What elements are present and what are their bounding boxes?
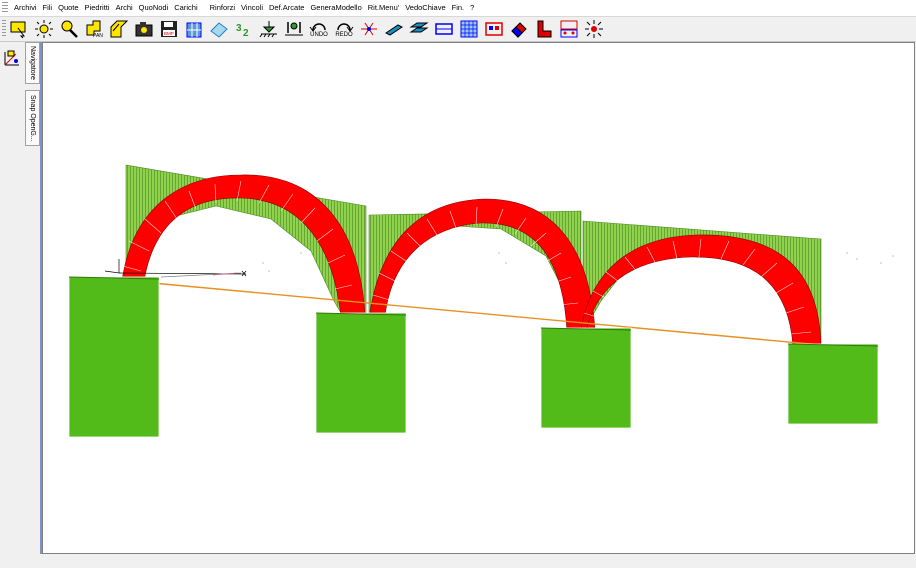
support-icon — [259, 21, 277, 38]
menu-grip — [2, 2, 8, 14]
tab-snap-opengl[interactable]: Snap OpenG... — [25, 90, 40, 146]
menu-quonodi[interactable]: QuoNodi — [136, 0, 172, 16]
redo-button[interactable]: REDO — [333, 18, 355, 40]
redo-icon — [337, 23, 354, 32]
green-numbers-icon: 32 — [236, 23, 249, 39]
plane-icon — [210, 22, 228, 38]
arcs-icon — [560, 20, 578, 38]
menu-bar: Archivi Fili Quote Piedritti Archi QuoNo… — [0, 0, 916, 17]
svg-text:PAN: PAN — [93, 33, 103, 39]
pier-1 — [68, 276, 160, 438]
supports-button[interactable] — [258, 18, 280, 40]
tab-navigatore-label: Navigatore — [29, 46, 36, 80]
hinge-icon — [285, 22, 303, 36]
menu-help[interactable]: ? — [467, 0, 477, 16]
select-window-icon — [10, 21, 26, 39]
menu-archivi[interactable]: Archivi — [11, 0, 40, 16]
undo-label: UNDO — [310, 32, 328, 38]
nodes-button[interactable] — [358, 18, 380, 40]
tab-snap-label: Snap OpenG... — [29, 94, 36, 142]
pier-2 — [315, 312, 407, 434]
menu-fin[interactable]: Fin. — [449, 0, 468, 16]
svg-text:BMP: BMP — [164, 31, 174, 36]
reference-axis-line — [130, 280, 822, 346]
menu-fili[interactable]: Fili — [40, 0, 56, 16]
pan-hand-icon: PAN — [86, 20, 103, 39]
undo-button[interactable]: UNDO — [308, 18, 330, 40]
menu-archi[interactable]: Archi — [113, 0, 136, 16]
svg-text:2: 2 — [243, 28, 249, 39]
eraser-button[interactable] — [508, 18, 530, 40]
boot-button[interactable] — [533, 18, 555, 40]
camera-icon — [135, 22, 153, 37]
layers-button[interactable] — [408, 18, 430, 40]
screenshot-button[interactable] — [133, 18, 155, 40]
structure-view-button[interactable] — [183, 18, 205, 40]
explode-button[interactable] — [583, 18, 605, 40]
layers-icon — [409, 22, 429, 33]
grid-button[interactable] — [458, 18, 480, 40]
menu-piedritti[interactable]: Piedritti — [82, 0, 113, 16]
grid-icon — [460, 20, 478, 38]
left-tool-column — [0, 42, 24, 568]
menu-rinforzi[interactable]: Rinforzi — [207, 0, 238, 16]
menu-vincoli[interactable]: Vincoli — [238, 0, 266, 16]
rotate-icon — [110, 20, 129, 38]
frame-icon — [186, 22, 202, 38]
zoom-button[interactable] — [58, 18, 80, 40]
pan-button[interactable]: PAN — [83, 18, 105, 40]
red-frame-icon — [485, 22, 503, 36]
explode-icon — [585, 20, 603, 38]
select-window-button[interactable] — [8, 18, 30, 40]
status-bar — [0, 554, 916, 568]
nodes-icon — [361, 22, 377, 36]
light-button[interactable] — [33, 18, 55, 40]
reinforce-button[interactable] — [483, 18, 505, 40]
sun-icon — [35, 20, 53, 38]
plane-view-button[interactable] — [208, 18, 230, 40]
pier-4 — [787, 343, 879, 425]
menu-carichi[interactable]: Carichi — [171, 0, 200, 16]
pier-3 — [540, 327, 632, 429]
redo-label: REDO — [335, 32, 353, 38]
toolbar: PAN BMP 32 UNDO REDO — [0, 17, 916, 42]
menu-def-arcate[interactable]: Def.Arcate — [266, 0, 307, 16]
tab-navigatore[interactable]: Navigatore — [25, 42, 40, 84]
toolbar-grip — [2, 20, 6, 38]
loads-button[interactable]: 32 — [233, 18, 255, 40]
floppy-bmp-icon: BMP — [161, 21, 177, 37]
section-button[interactable] — [383, 18, 405, 40]
side-tabs: Navigatore Snap OpenG... — [24, 42, 40, 568]
menu-quote[interactable]: Quote — [55, 0, 81, 16]
constraints-button[interactable] — [283, 18, 305, 40]
eraser-icon — [511, 22, 527, 38]
svg-text:3: 3 — [236, 23, 242, 34]
model-viewport[interactable] — [42, 42, 915, 554]
menu-vedo-chiave[interactable]: VedoChiave — [402, 0, 448, 16]
span-button[interactable] — [433, 18, 455, 40]
arcs-button[interactable] — [558, 18, 580, 40]
save-bmp-button[interactable]: BMP — [158, 18, 180, 40]
menu-rit-menu[interactable]: Rit.Menu' — [365, 0, 402, 16]
menu-genera-modello[interactable]: GeneraModello — [307, 0, 364, 16]
span-icon — [435, 23, 453, 35]
bridge-model — [68, 164, 894, 438]
blade-icon — [385, 24, 403, 36]
magnifier-icon — [61, 20, 78, 38]
rotate-button[interactable] — [108, 18, 130, 40]
boot-icon — [537, 20, 552, 38]
axes-tool-icon[interactable] — [2, 48, 22, 68]
undo-icon — [309, 23, 326, 32]
